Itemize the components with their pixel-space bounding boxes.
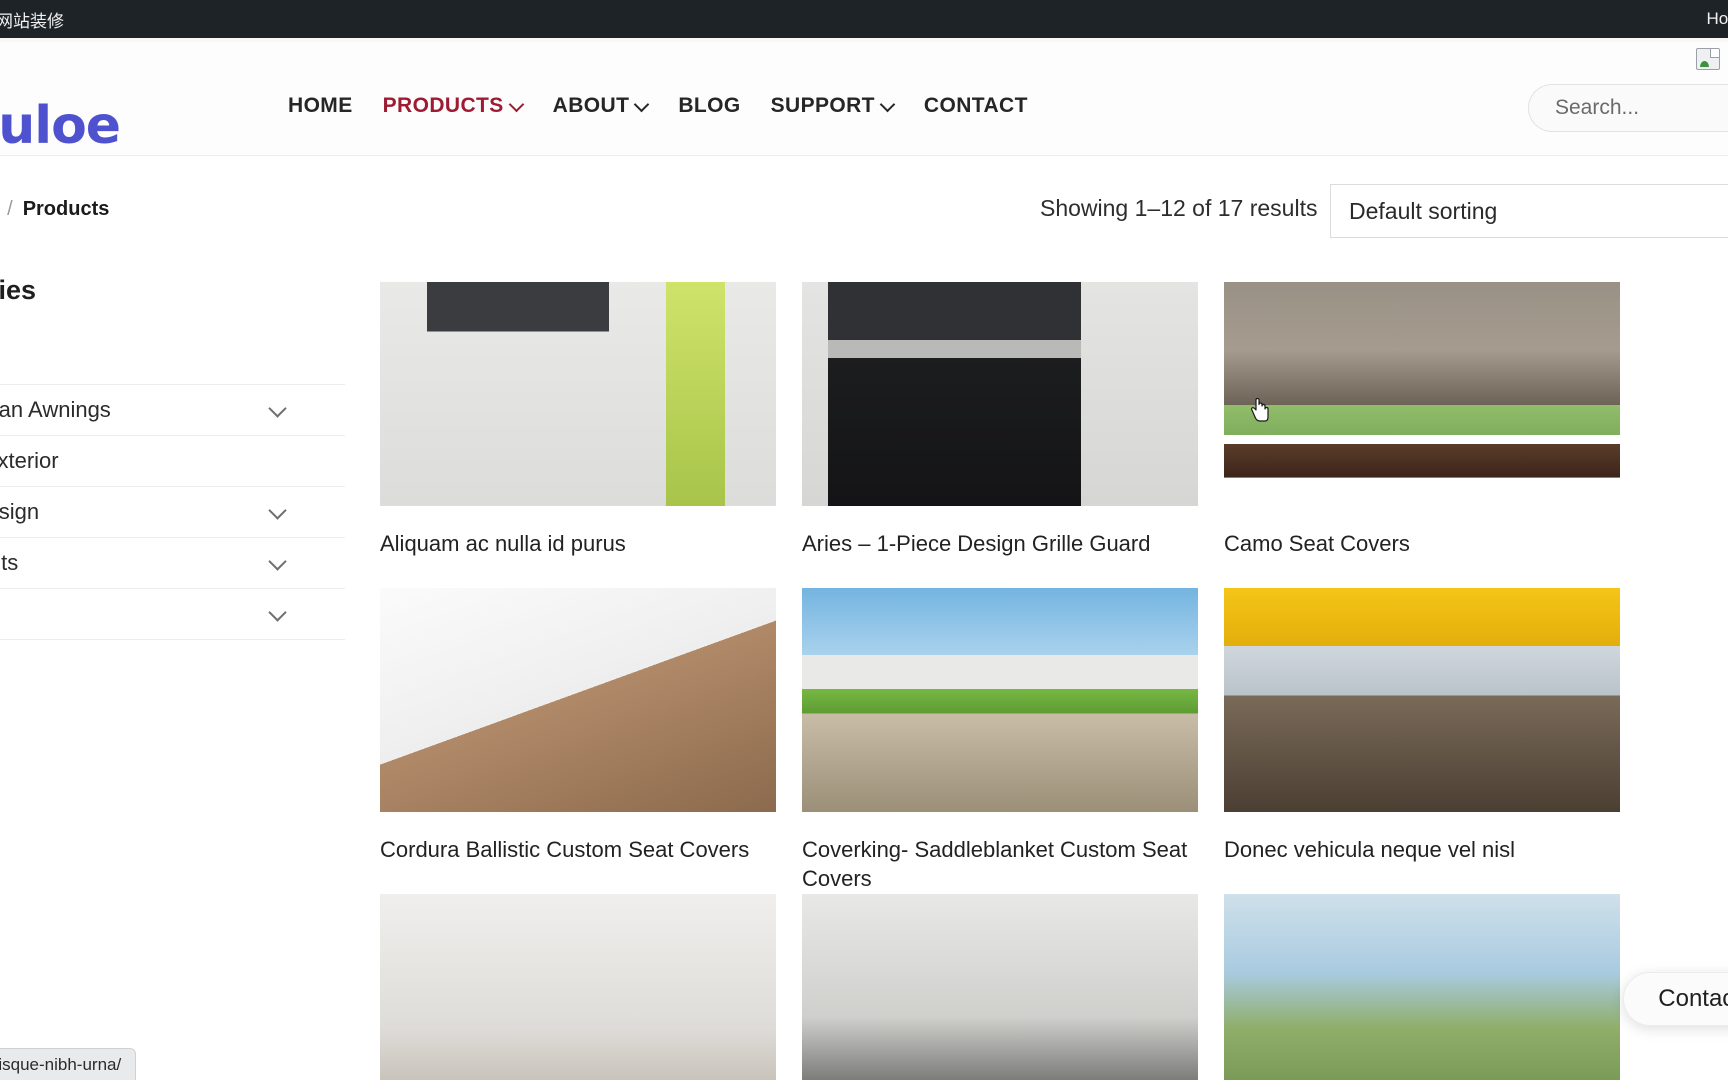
nav-item-about[interactable]: ABOUT — [553, 94, 679, 118]
nav-label-home: HOME — [288, 94, 353, 117]
product-title[interactable]: Coverking- Saddleblanket Custom Seat Cov… — [802, 836, 1198, 894]
product-card[interactable]: Aliquam ac nulla id purus — [380, 282, 776, 588]
product-title[interactable]: Aries – 1-Piece Design Grille Guard — [802, 530, 1198, 588]
nav-label-about: ABOUT — [552, 94, 630, 117]
chevron-down-icon — [881, 98, 894, 111]
product-title[interactable]: Cordura Ballistic Custom Seat Covers — [380, 836, 776, 894]
sidebar-item-garden-exterior[interactable]: den Exterior — [0, 436, 345, 487]
product-image[interactable] — [802, 282, 1198, 506]
nav-item-home[interactable]: HOME — [288, 94, 383, 118]
nav-label-products: PRODUCTS — [382, 94, 504, 117]
category-label: no Design — [0, 499, 40, 524]
contact-us-label: Contact u — [1658, 985, 1728, 1012]
sorting-dropdown[interactable]: Default sorting — [1330, 184, 1728, 238]
product-image[interactable] — [1224, 588, 1620, 812]
product-image[interactable] — [380, 282, 776, 506]
chevron-down-icon — [510, 98, 523, 111]
site-header: buloe HOME PRODUCTS ABOUT BLOG SUPPORT C… — [0, 38, 1728, 156]
product-card[interactable] — [1224, 894, 1620, 1080]
header-top-accent-line — [0, 38, 1728, 42]
breadcrumb-current: Products — [22, 198, 110, 220]
product-image[interactable] — [802, 588, 1198, 812]
product-image[interactable] — [380, 588, 776, 812]
status-bar-url: cts/quisque-nibh-urna/ — [0, 1048, 137, 1080]
breadcrumb: e / Products — [0, 198, 109, 221]
product-card[interactable]: Coverking- Saddleblanket Custom Seat Cov… — [802, 588, 1198, 894]
nav-label-support: SUPPORT — [770, 94, 875, 117]
category-label: Caravan Awnings — [0, 397, 111, 422]
sidebar-item-no-design[interactable]: no Design — [0, 487, 345, 538]
search-input[interactable] — [1555, 96, 1728, 120]
wp-admin-bar: 网站装修 Howd — [0, 0, 1728, 38]
chevron-down-icon[interactable] — [271, 555, 287, 571]
chevron-down-icon[interactable] — [271, 504, 287, 520]
admin-bar-site-name[interactable]: 网站装修 — [0, 7, 64, 32]
category-label: den Exterior — [0, 448, 59, 473]
broken-image-icon — [1696, 48, 1720, 70]
product-title[interactable]: Donec vehicula neque vel nisl — [1224, 836, 1620, 894]
admin-bar-greeting[interactable]: Howd — [1707, 9, 1728, 29]
search-box[interactable] — [1528, 84, 1728, 132]
product-title[interactable]: Aliquam ac nulla id purus — [380, 530, 776, 588]
product-image[interactable] — [1224, 282, 1620, 506]
product-image[interactable] — [380, 894, 776, 1080]
category-list: olas Caravan Awnings den Exterior no Des… — [0, 334, 345, 640]
results-count: Showing 1–12 of 17 results — [1040, 195, 1318, 221]
product-image[interactable] — [802, 894, 1198, 1080]
main-navigation: HOME PRODUCTS ABOUT BLOG SUPPORT CONTACT — [288, 94, 1058, 118]
nav-item-blog[interactable]: BLOG — [678, 94, 770, 118]
product-image[interactable] — [1224, 894, 1620, 1080]
nav-item-contact[interactable]: CONTACT — [924, 94, 1058, 118]
product-card[interactable] — [380, 894, 776, 1080]
nav-item-support[interactable]: SUPPORT — [771, 94, 924, 118]
category-label: ponents — [0, 550, 19, 575]
product-card[interactable]: Cordura Ballistic Custom Seat Covers — [380, 588, 776, 894]
breadcrumb-separator: / — [7, 198, 13, 220]
browser-viewport: 网站装修 Howd buloe HOME PRODUCTS ABOUT BLOG… — [0, 0, 1728, 1080]
sidebar-title: egories — [0, 275, 37, 305]
site-logo[interactable]: buloe — [0, 96, 121, 156]
sidebar-item-components[interactable]: ponents — [0, 538, 345, 589]
sidebar-item-pergolas[interactable]: olas — [0, 334, 345, 385]
nav-item-products[interactable]: PRODUCTS — [383, 94, 553, 118]
product-card[interactable]: Aries – 1-Piece Design Grille Guard — [802, 282, 1198, 588]
nav-label-contact: CONTACT — [923, 94, 1028, 117]
chevron-down-icon[interactable] — [271, 402, 287, 418]
product-card[interactable]: Donec vehicula neque vel nisl — [1224, 588, 1620, 894]
product-card[interactable] — [802, 894, 1198, 1080]
contact-us-floating-button[interactable]: Contact u — [1623, 972, 1728, 1026]
product-categories-sidebar: egories olas Caravan Awnings den Exterio… — [0, 275, 345, 640]
chevron-down-icon — [635, 98, 648, 111]
chevron-down-icon[interactable] — [271, 606, 287, 622]
product-grid: Aliquam ac nulla id purus Aries – 1-Piec… — [380, 282, 1728, 1080]
sidebar-item-caravan-awnings[interactable]: Caravan Awnings — [0, 385, 345, 436]
sidebar-item-last[interactable]: s — [0, 589, 345, 640]
nav-label-blog: BLOG — [678, 94, 741, 117]
product-card[interactable]: Camo Seat Covers — [1224, 282, 1620, 588]
sorting-selected-value: Default sorting — [1349, 197, 1498, 224]
product-title[interactable]: Camo Seat Covers — [1224, 530, 1620, 588]
